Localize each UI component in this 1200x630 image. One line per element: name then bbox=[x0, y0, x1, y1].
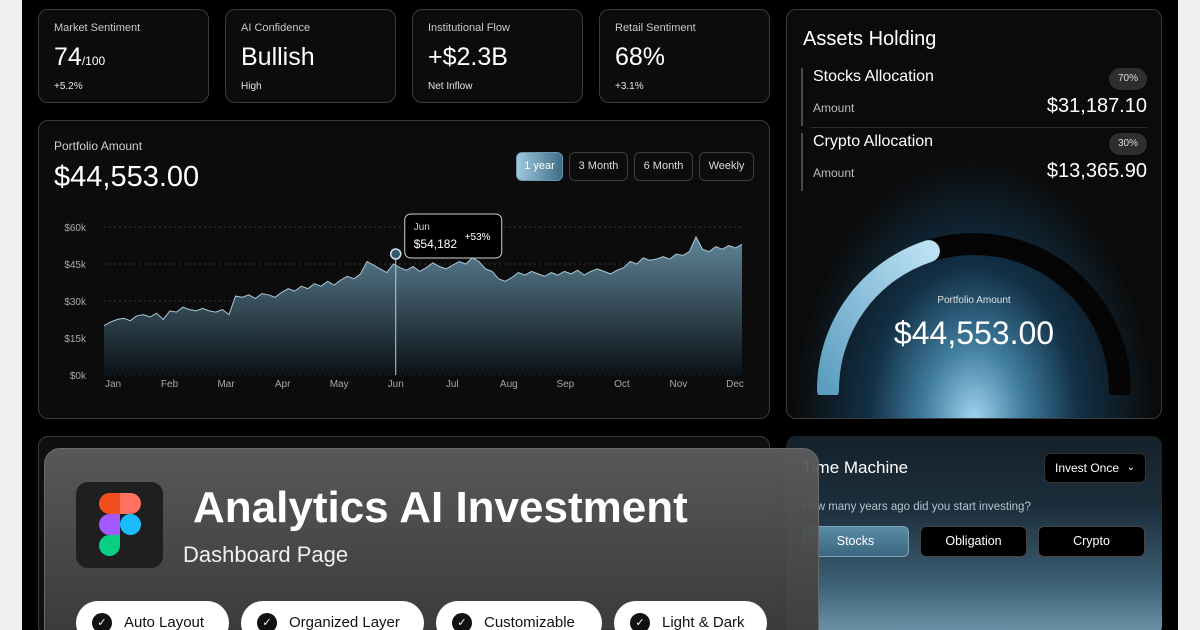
feature-label: Customizable bbox=[484, 614, 575, 630]
feature-pill-customizable: ✓ Customizable bbox=[436, 601, 602, 630]
x-tick-label: Jun bbox=[388, 379, 404, 390]
assets-holding-card: Assets Holding Stocks Allocation 70% Amo… bbox=[786, 9, 1162, 419]
dashboard-canvas: Market Sentiment 74/100 +5.2% AI Confide… bbox=[22, 0, 1178, 630]
allocation-percent-badge: 70% bbox=[1109, 68, 1147, 90]
range-1-year-button[interactable]: 1 year bbox=[516, 152, 563, 181]
y-tick-label: $60k bbox=[64, 223, 87, 234]
x-tick-label: Feb bbox=[161, 379, 179, 390]
x-tick-label: Oct bbox=[614, 379, 630, 390]
range-weekly-button[interactable]: Weekly bbox=[699, 152, 754, 181]
stocks-allocation-row: Stocks Allocation 70% Amount $31,187.10 bbox=[801, 68, 1147, 126]
stat-value: +$2.3B bbox=[428, 43, 508, 71]
stat-sub: High bbox=[241, 81, 262, 92]
assets-title: Assets Holding bbox=[803, 28, 937, 50]
stat-label: Institutional Flow bbox=[428, 22, 510, 34]
y-tick-label: $45k bbox=[64, 260, 87, 271]
figma-logo-icon bbox=[76, 482, 163, 568]
chart-cursor-point[interactable] bbox=[389, 248, 402, 260]
promo-banner: Analytics AI Investment Dashboard Page ✓… bbox=[44, 448, 819, 630]
feature-label: Organized Layer bbox=[289, 614, 400, 630]
tab-crypto[interactable]: Crypto bbox=[1038, 526, 1145, 557]
stat-value: Bullish bbox=[241, 43, 315, 71]
stat-label: Retail Sentiment bbox=[615, 22, 696, 34]
allocation-amount-label: Amount bbox=[813, 166, 855, 180]
feature-pill-organized-layer: ✓ Organized Layer bbox=[241, 601, 424, 630]
portfolio-area-chart[interactable]: $60k$45k$30k$15k$0k Jan Feb Mar Apr May Jun Ju… bbox=[54, 213, 754, 393]
portfolio-chart-card: Portfolio Amount $44,553.00 1 year 3 Mon… bbox=[38, 120, 770, 419]
x-tick-label: Sep bbox=[556, 379, 574, 390]
market-sentiment-card: Market Sentiment 74/100 +5.2% bbox=[38, 9, 209, 103]
tooltip-change: +53% bbox=[465, 232, 491, 243]
portfolio-value: $44,553.00 bbox=[54, 161, 200, 193]
chart-tooltip: Jun $54,182 +53% bbox=[404, 213, 503, 259]
check-icon: ✓ bbox=[92, 613, 112, 630]
feature-pill-light-dark: ✓ Light & Dark bbox=[614, 601, 767, 630]
stat-value: 68% bbox=[615, 43, 666, 71]
y-tick-label: $0k bbox=[70, 371, 87, 382]
allocation-divider bbox=[811, 127, 1147, 128]
portfolio-label: Portfolio Amount bbox=[54, 139, 143, 153]
allocation-percent-badge: 30% bbox=[1109, 133, 1147, 155]
chevron-down-icon: ⌄ bbox=[1126, 462, 1135, 473]
gauge-label: Portfolio Amount bbox=[937, 295, 1011, 306]
stat-label: Market Sentiment bbox=[54, 22, 141, 34]
y-tick-label: $30k bbox=[64, 297, 87, 308]
gauge-value: $44,553.00 bbox=[893, 315, 1055, 351]
x-tick-label: Nov bbox=[670, 379, 688, 390]
stat-label: AI Confidence bbox=[241, 22, 311, 34]
check-icon: ✓ bbox=[452, 613, 472, 630]
stat-sub: Net Inflow bbox=[428, 81, 473, 92]
stat-change: +3.1% bbox=[615, 81, 644, 92]
institutional-flow-card: Institutional Flow +$2.3B Net Inflow bbox=[412, 9, 583, 103]
range-3-month-button[interactable]: 3 Month bbox=[569, 152, 628, 181]
invest-mode-select[interactable]: Invest Once ⌄ bbox=[1044, 453, 1146, 483]
x-tick-label: Jan bbox=[105, 379, 121, 390]
retail-sentiment-card: Retail Sentiment 68% +3.1% bbox=[599, 9, 770, 103]
stat-value: 74/100 bbox=[54, 43, 106, 71]
x-tick-label: Mar bbox=[217, 379, 235, 390]
time-machine-question: How many years ago did you start investi… bbox=[802, 501, 1031, 513]
x-tick-label: Apr bbox=[275, 379, 291, 390]
y-tick-label: $15k bbox=[64, 334, 87, 345]
allocation-name: Crypto Allocation bbox=[813, 133, 934, 150]
feature-pill-auto-layout: ✓ Auto Layout bbox=[76, 601, 229, 630]
x-tick-label: Jul bbox=[446, 379, 459, 390]
x-tick-label: Dec bbox=[726, 379, 744, 390]
feature-label: Auto Layout bbox=[124, 614, 205, 630]
crypto-allocation-row: Crypto Allocation 30% Amount $13,365.90 bbox=[801, 133, 1147, 191]
range-6-month-button[interactable]: 6 Month bbox=[634, 152, 693, 181]
allocation-amount: $31,187.10 bbox=[1046, 95, 1147, 117]
allocation-amount: $13,365.90 bbox=[1046, 160, 1147, 182]
x-axis-ticks: Jan Feb Mar Apr May Jun Jul Aug Sep Oct Nov Dec bbox=[105, 379, 744, 390]
feature-label: Light & Dark bbox=[662, 614, 745, 630]
x-tick-label: Aug bbox=[500, 379, 518, 390]
allocation-name: Stocks Allocation bbox=[813, 68, 934, 85]
promo-subtitle: Dashboard Page bbox=[183, 542, 349, 567]
stat-change: +5.2% bbox=[54, 81, 83, 92]
check-icon: ✓ bbox=[630, 613, 650, 630]
time-machine-card: Time Machine Invest Once ⌄ How many year… bbox=[786, 436, 1162, 630]
allocation-amount-label: Amount bbox=[813, 101, 855, 115]
x-tick-label: May bbox=[330, 379, 349, 390]
promo-title: Analytics AI Investment bbox=[193, 483, 688, 532]
tooltip-value: $54,182 bbox=[414, 237, 458, 251]
tab-obligation[interactable]: Obligation bbox=[920, 526, 1027, 557]
select-value: Invest Once bbox=[1055, 461, 1120, 475]
tooltip-month: Jun bbox=[414, 222, 430, 233]
y-axis-ticks: $60k $45k $30k $15k $0k bbox=[64, 223, 87, 382]
ai-confidence-card: AI Confidence Bullish High bbox=[225, 9, 396, 103]
check-icon: ✓ bbox=[257, 613, 277, 630]
